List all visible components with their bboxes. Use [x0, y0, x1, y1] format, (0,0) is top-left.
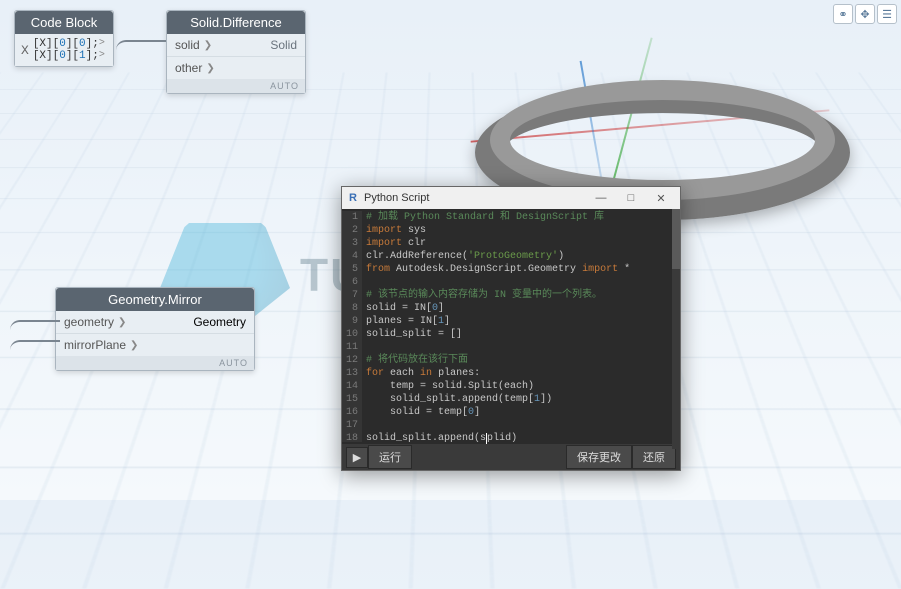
input-port-geometry[interactable]: geometry ❯	[64, 315, 126, 329]
wire	[10, 340, 60, 360]
code-block-text: [X][0][0]; > [X][0][1]; >	[33, 38, 105, 62]
node-lacing-mode[interactable]: AUTO	[56, 356, 254, 370]
input-port-x[interactable]: X	[21, 43, 29, 58]
window-title: Python Script	[364, 192, 586, 204]
editor-footer: ▶ 运行 保存更改 还原	[342, 444, 680, 470]
port-row-mirrorplane: mirrorPlane ❯	[56, 334, 254, 356]
port-row-geometry: geometry ❯ Geometry	[56, 311, 254, 334]
pan-button[interactable]: ✥	[855, 4, 875, 24]
wire	[10, 320, 60, 340]
code-block-body[interactable]: X [X][0][0]; > [X][0][1]; >	[15, 34, 113, 66]
input-port-solid[interactable]: solid ❯	[175, 38, 212, 52]
close-button[interactable]: ✕	[646, 192, 676, 205]
output-port-solid[interactable]: Solid	[270, 38, 297, 52]
node-geometry-mirror[interactable]: Geometry.Mirror geometry ❯ Geometry mirr…	[55, 287, 255, 371]
input-port-other[interactable]: other ❯	[175, 61, 215, 75]
python-script-window[interactable]: R Python Script — □ ✕ 1 2 3 4 5 6 7 8 9 …	[341, 186, 681, 471]
chevron-right-icon: ❯	[206, 63, 214, 74]
port-row-other: other ❯	[167, 57, 305, 79]
code-editor[interactable]: 1 2 3 4 5 6 7 8 9 10 11 12 13 14 15 16 1…	[342, 209, 680, 444]
output-port-geometry[interactable]: Geometry	[193, 315, 246, 329]
chevron-right-icon: ❯	[204, 40, 212, 51]
input-port-mirrorplane[interactable]: mirrorPlane ❯	[64, 338, 138, 352]
window-titlebar[interactable]: R Python Script — □ ✕	[342, 187, 680, 209]
node-header: Geometry.Mirror	[56, 288, 254, 311]
line-number-gutter: 1 2 3 4 5 6 7 8 9 10 11 12 13 14 15 16 1…	[342, 211, 362, 442]
menu-button[interactable]: ☰	[877, 4, 897, 24]
node-code-block[interactable]: Code Block X [X][0][0]; > [X][0][1]; >	[14, 10, 114, 67]
node-header: Code Block	[15, 11, 113, 34]
solid-ring-inner	[490, 80, 835, 200]
port-row-solid: solid ❯ Solid	[167, 34, 305, 57]
revert-button[interactable]: 还原	[632, 445, 676, 469]
output-port-2[interactable]: >	[99, 50, 105, 61]
wire	[116, 40, 166, 60]
play-button[interactable]: ▶	[346, 447, 368, 468]
run-button[interactable]: 运行	[368, 445, 412, 469]
scrollbar-thumb[interactable]	[672, 209, 680, 269]
chevron-right-icon: ❯	[130, 340, 138, 351]
chevron-right-icon: ❯	[118, 317, 126, 328]
node-header: Solid.Difference	[167, 11, 305, 34]
node-lacing-mode[interactable]: AUTO	[167, 79, 305, 93]
output-port-1[interactable]: >	[99, 38, 105, 49]
scrollbar[interactable]	[672, 209, 680, 449]
minimize-button[interactable]: —	[586, 192, 616, 204]
viewport-toolbar: ⚭ ✥ ☰	[833, 4, 897, 24]
app-icon: R	[346, 191, 360, 205]
save-changes-button[interactable]: 保存更改	[566, 445, 632, 469]
maximize-button[interactable]: □	[616, 192, 646, 204]
node-solid-difference[interactable]: Solid.Difference solid ❯ Solid other ❯ A…	[166, 10, 306, 94]
link-views-button[interactable]: ⚭	[833, 4, 853, 24]
code-content[interactable]: # 加载 Python Standard 和 DesignScript 库imp…	[362, 211, 630, 442]
